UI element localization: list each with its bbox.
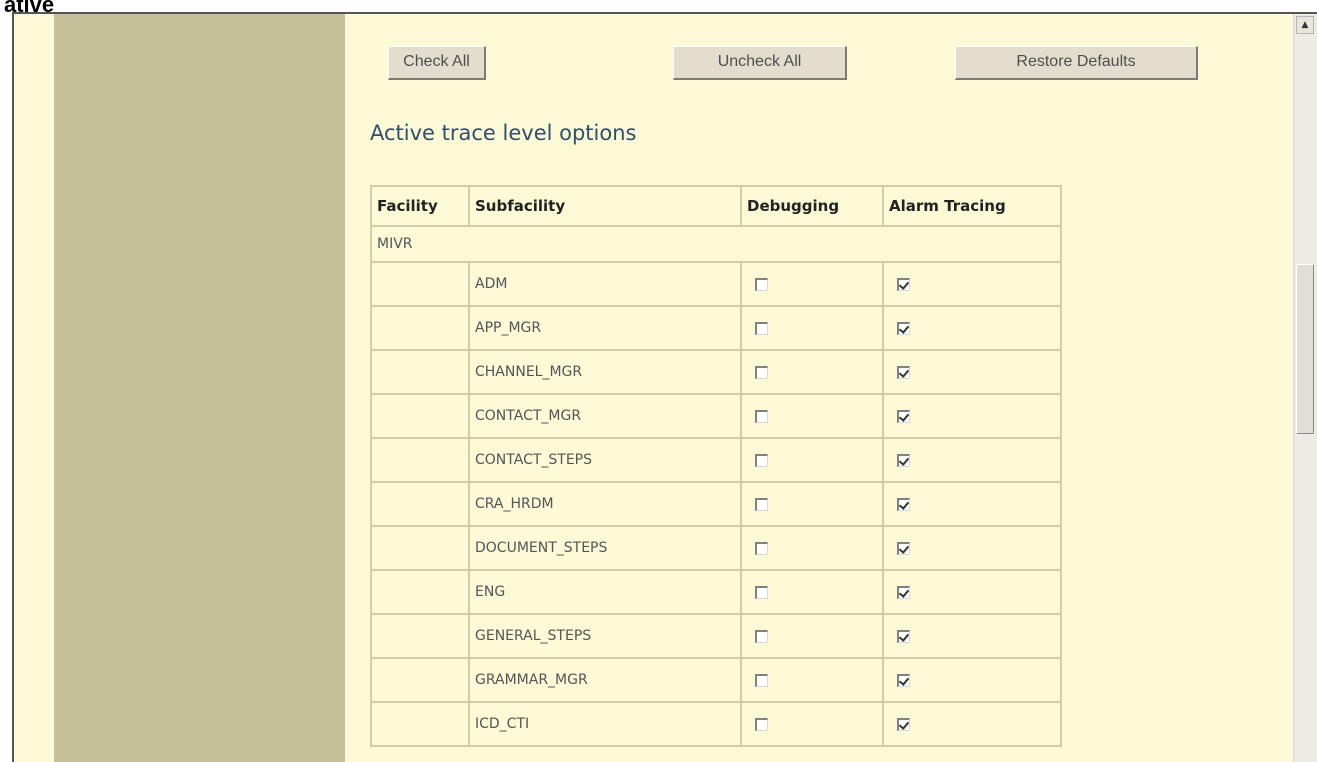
alarm-tracing-checkbox[interactable] xyxy=(897,453,910,467)
table-row: ADM xyxy=(370,261,1062,307)
debugging-checkbox[interactable] xyxy=(755,277,768,291)
alarm-tracing-cell xyxy=(882,701,1062,747)
table-row: CONTACT_MGR xyxy=(370,393,1062,439)
debugging-cell xyxy=(740,393,884,439)
debugging-checkbox[interactable] xyxy=(755,541,768,555)
browser-frame: Check All Uncheck All Restore Defaults A… xyxy=(12,12,1317,762)
table-row: ENG xyxy=(370,569,1062,615)
facility-cell xyxy=(370,305,470,351)
alarm-tracing-cell xyxy=(882,437,1062,483)
debugging-checkbox[interactable] xyxy=(755,409,768,423)
subfacility-cell: APP_MGR xyxy=(468,305,742,351)
alarm-tracing-checkbox[interactable] xyxy=(897,541,910,555)
main-content: Check All Uncheck All Restore Defaults A… xyxy=(345,14,1293,762)
table-row: ICD_CTI xyxy=(370,701,1062,747)
alarm-tracing-checkbox[interactable] xyxy=(897,497,910,511)
subfacility-cell: ADM xyxy=(468,261,742,307)
vertical-scrollbar[interactable]: ▲ xyxy=(1293,14,1317,762)
subfacility-cell: GRAMMAR_MGR xyxy=(468,657,742,703)
table-row: DOCUMENT_STEPS xyxy=(370,525,1062,571)
facility-cell xyxy=(370,261,470,307)
debugging-checkbox[interactable] xyxy=(755,629,768,643)
header-alarm-tracing: Alarm Tracing xyxy=(882,185,1062,227)
debugging-cell xyxy=(740,437,884,483)
scroll-up-button[interactable]: ▲ xyxy=(1296,16,1314,34)
facility-cell xyxy=(370,393,470,439)
subfacility-cell: GENERAL_STEPS xyxy=(468,613,742,659)
facility-cell xyxy=(370,569,470,615)
alarm-tracing-cell xyxy=(882,525,1062,571)
debugging-checkbox[interactable] xyxy=(755,673,768,687)
debugging-checkbox[interactable] xyxy=(755,365,768,379)
table-header-row: Facility Subfacility Debugging Alarm Tra… xyxy=(370,185,1062,227)
facility-cell xyxy=(370,525,470,571)
subfacility-cell: ENG xyxy=(468,569,742,615)
subfacility-cell: DOCUMENT_STEPS xyxy=(468,525,742,571)
alarm-tracing-cell xyxy=(882,481,1062,527)
debugging-cell xyxy=(740,613,884,659)
debugging-cell xyxy=(740,657,884,703)
subfacility-cell: CONTACT_STEPS xyxy=(468,437,742,483)
debugging-checkbox[interactable] xyxy=(755,717,768,731)
table-row: GENERAL_STEPS xyxy=(370,613,1062,659)
debugging-checkbox[interactable] xyxy=(755,321,768,335)
header-facility: Facility xyxy=(370,185,470,227)
debugging-cell xyxy=(740,569,884,615)
debugging-checkbox[interactable] xyxy=(755,453,768,467)
alarm-tracing-checkbox[interactable] xyxy=(897,409,910,423)
facility-cell xyxy=(370,657,470,703)
debugging-cell xyxy=(740,349,884,395)
subfacility-cell: CHANNEL_MGR xyxy=(468,349,742,395)
header-debugging: Debugging xyxy=(740,185,884,227)
alarm-tracing-checkbox[interactable] xyxy=(897,585,910,599)
table-row: CONTACT_STEPS xyxy=(370,437,1062,483)
alarm-tracing-cell xyxy=(882,657,1062,703)
subfacility-cell: CONTACT_MGR xyxy=(468,393,742,439)
alarm-tracing-cell xyxy=(882,569,1062,615)
alarm-tracing-cell xyxy=(882,261,1062,307)
facility-cell xyxy=(370,613,470,659)
debugging-cell xyxy=(740,305,884,351)
facility-cell xyxy=(370,701,470,747)
alarm-tracing-cell xyxy=(882,613,1062,659)
debugging-cell xyxy=(740,261,884,307)
debugging-cell xyxy=(740,701,884,747)
subfacility-cell: ICD_CTI xyxy=(468,701,742,747)
facility-cell xyxy=(370,349,470,395)
alarm-tracing-checkbox[interactable] xyxy=(897,365,910,379)
left-gutter xyxy=(14,14,54,762)
debugging-cell xyxy=(740,481,884,527)
debugging-checkbox[interactable] xyxy=(755,497,768,511)
restore-defaults-button[interactable]: Restore Defaults xyxy=(955,46,1198,80)
trace-level-table: Facility Subfacility Debugging Alarm Tra… xyxy=(370,185,1062,747)
scrollbar-thumb[interactable] xyxy=(1296,264,1314,434)
facility-name: MIVR xyxy=(370,225,1062,263)
table-row: CRA_HRDM xyxy=(370,481,1062,527)
alarm-tracing-cell xyxy=(882,349,1062,395)
alarm-tracing-checkbox[interactable] xyxy=(897,629,910,643)
table-row: GRAMMAR_MGR xyxy=(370,657,1062,703)
check-all-button[interactable]: Check All xyxy=(388,46,486,80)
sidebar xyxy=(54,14,345,762)
facility-cell xyxy=(370,437,470,483)
alarm-tracing-checkbox[interactable] xyxy=(897,277,910,291)
header-subfacility: Subfacility xyxy=(468,185,742,227)
debugging-cell xyxy=(740,525,884,571)
subfacility-cell: CRA_HRDM xyxy=(468,481,742,527)
alarm-tracing-checkbox[interactable] xyxy=(897,321,910,335)
alarm-tracing-checkbox[interactable] xyxy=(897,717,910,731)
table-row: APP_MGR xyxy=(370,305,1062,351)
facility-row: MIVR xyxy=(370,225,1062,263)
alarm-tracing-cell xyxy=(882,393,1062,439)
debugging-checkbox[interactable] xyxy=(755,585,768,599)
alarm-tracing-checkbox[interactable] xyxy=(897,673,910,687)
table-row: CHANNEL_MGR xyxy=(370,349,1062,395)
page-title: Active trace level options xyxy=(370,121,637,145)
uncheck-all-button[interactable]: Uncheck All xyxy=(673,46,847,80)
alarm-tracing-cell xyxy=(882,305,1062,351)
triangle-up-icon: ▲ xyxy=(1301,20,1309,30)
facility-cell xyxy=(370,481,470,527)
